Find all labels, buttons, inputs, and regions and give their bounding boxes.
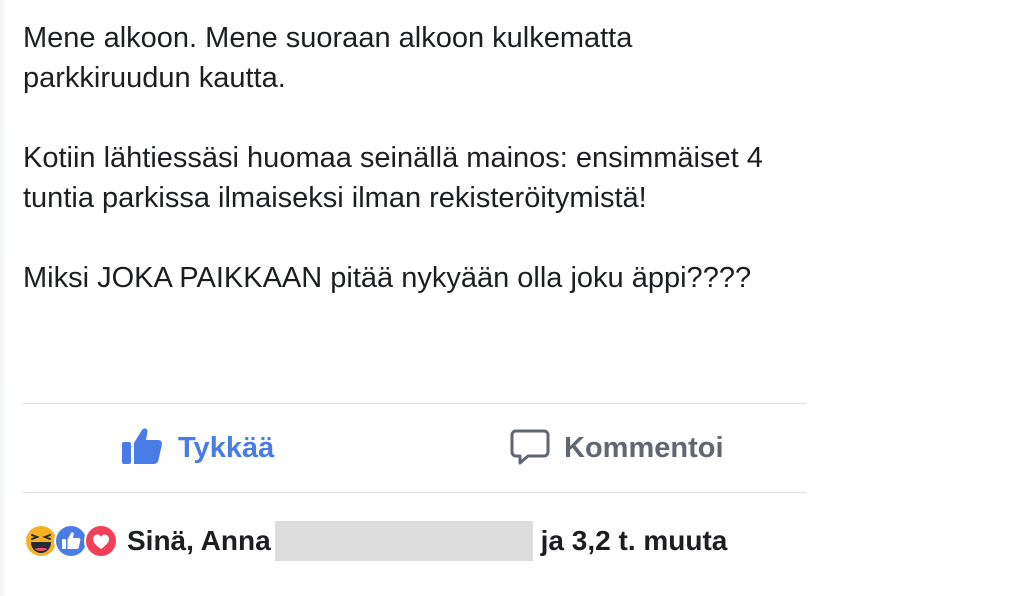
reaction-names[interactable]: Sinä, Anna	[127, 525, 271, 557]
like-label: Tykkää	[178, 431, 275, 464]
like-button[interactable]: Tykkää	[120, 404, 274, 492]
left-edge-shadow	[0, 0, 6, 596]
redacted-name-block	[274, 521, 533, 561]
post-paragraph-3: Miksi JOKA PAIKKAAN pitää nykyään olla j…	[23, 262, 752, 294]
comment-label: Kommentoi	[564, 431, 724, 464]
reaction-others-count[interactable]: ja 3,2 t. muuta	[541, 525, 728, 557]
reactions-summary[interactable]: Sinä, Anna ja 3,2 t. muuta	[23, 515, 727, 567]
post-body: Mene alkoon. Mene suoraan alkoon kulkema…	[23, 18, 803, 298]
comment-button[interactable]: Kommentoi	[510, 404, 724, 492]
comment-bubble-icon	[510, 426, 550, 471]
thumbs-up-icon	[120, 426, 164, 471]
love-icon	[83, 523, 119, 559]
post-paragraph-2: Kotiin lähtiessäsi huomaa seinällä maino…	[23, 142, 763, 214]
post-paragraph-1: Mene alkoon. Mene suoraan alkoon kulkema…	[23, 22, 633, 94]
divider-bottom	[23, 492, 806, 493]
reaction-icons	[23, 523, 119, 559]
action-bar: Tykkää Kommentoi	[23, 404, 806, 492]
